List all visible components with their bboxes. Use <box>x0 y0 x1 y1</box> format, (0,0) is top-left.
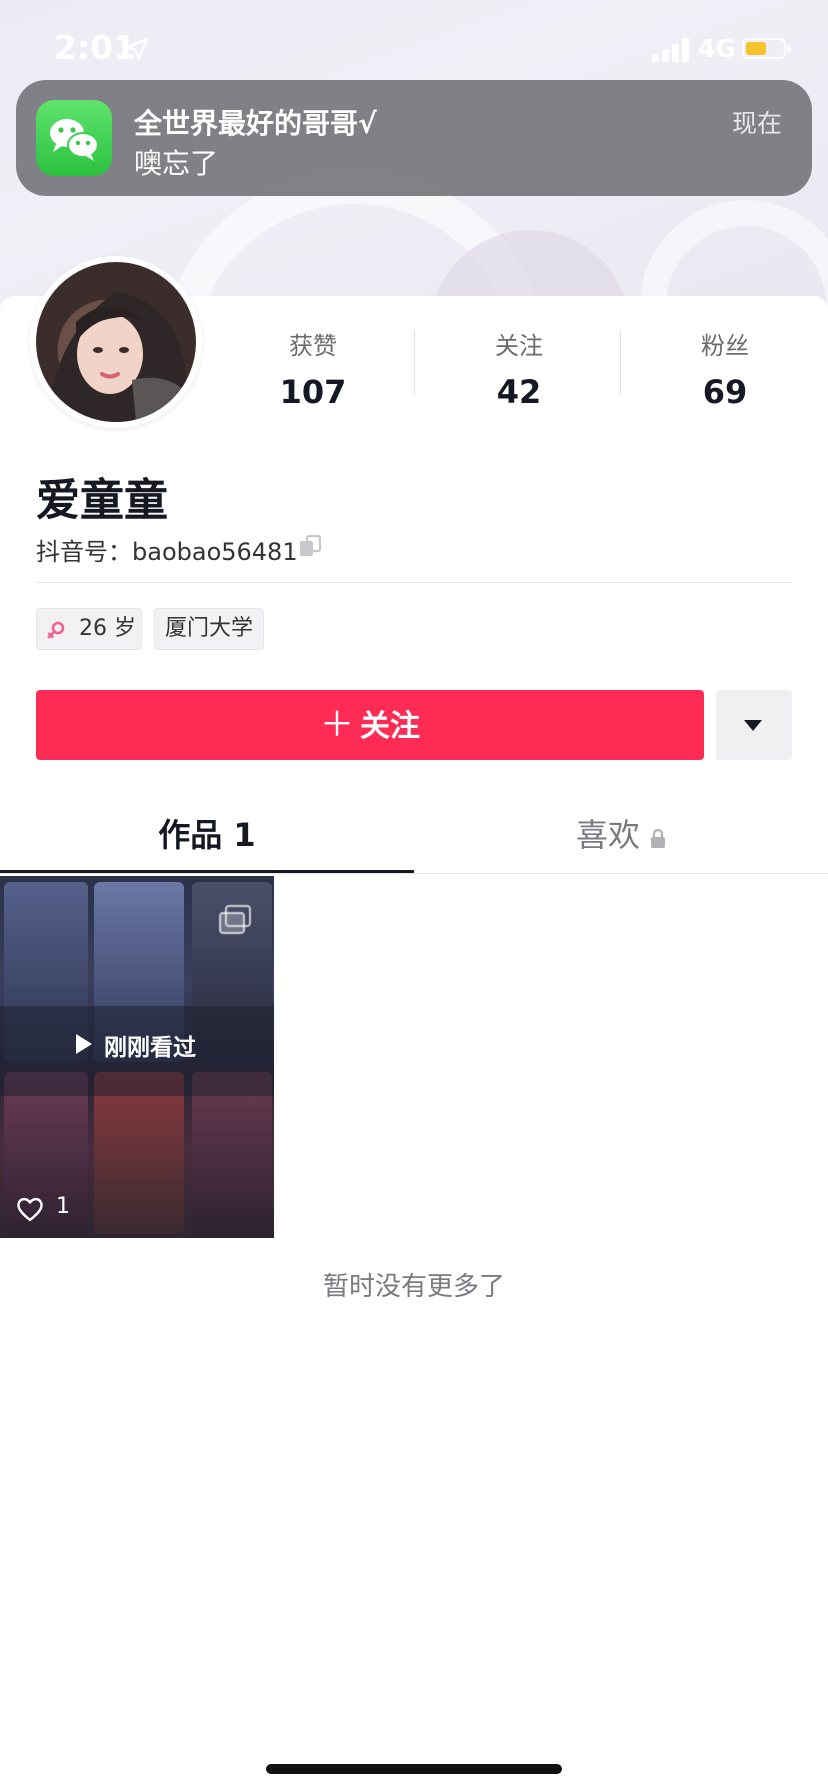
recently-watched-label: 刚刚看过 <box>104 1035 196 1061</box>
stat-following[interactable]: 关注 42 <box>416 326 622 411</box>
stat-value: 69 <box>702 373 748 411</box>
profile-handle: 抖音号：baobao56481 <box>36 538 298 566</box>
tag-age-label: 26 岁 <box>79 616 136 641</box>
network-type: 4G <box>698 34 736 63</box>
copy-icon[interactable] <box>298 534 322 558</box>
lock-icon <box>651 828 665 848</box>
female-icon <box>47 621 65 639</box>
caret-down-icon <box>744 720 762 731</box>
video-like-count: 1 <box>56 1194 70 1219</box>
thumbnail-panel <box>192 1072 272 1234</box>
notification-message: 噢忘了 <box>134 147 219 180</box>
stat-value: 107 <box>279 373 347 411</box>
stat-divider <box>414 330 415 394</box>
cellular-signal-icon <box>652 36 690 62</box>
profile-stats: 获赞 107 关注 42 粉丝 69 <box>210 326 828 411</box>
avatar[interactable] <box>30 256 202 428</box>
tag-gender-age: 26 岁 <box>36 608 142 650</box>
wechat-bubbles-icon <box>50 119 99 161</box>
follow-button-label: 关注 <box>360 709 420 744</box>
tabs-divider <box>0 873 828 874</box>
stat-followers[interactable]: 粉丝 69 <box>622 326 828 411</box>
stat-label: 粉丝 <box>701 332 749 360</box>
more-recommendations-button[interactable] <box>716 690 792 760</box>
stat-label: 获赞 <box>289 332 337 360</box>
notification-time: 现在 <box>731 109 782 138</box>
profile-divider <box>36 582 792 583</box>
follow-button[interactable]: ＋关注 <box>36 690 704 760</box>
tab-likes-label: 喜欢 <box>575 816 640 854</box>
stat-value: 42 <box>496 373 542 411</box>
wechat-icon <box>36 100 112 176</box>
stat-label: 关注 <box>495 332 543 360</box>
heart-icon <box>17 1197 43 1222</box>
thumbnail-panel <box>94 1072 184 1234</box>
battery-level <box>746 42 766 55</box>
notification-banner[interactable]: 全世界最好的哥哥√ 噢忘了 现在 <box>16 80 812 196</box>
tab-likes[interactable]: 喜欢 <box>414 800 828 870</box>
tab-works-label: 作品 1 <box>158 816 256 854</box>
content-tabs: 作品 1 喜欢 <box>0 800 828 876</box>
home-indicator[interactable] <box>266 1764 562 1774</box>
video-thumbnail[interactable]: 刚刚看过 1 <box>0 876 274 1238</box>
plus-icon: ＋ <box>320 705 354 745</box>
battery-icon <box>742 38 791 59</box>
avatar-image <box>36 262 196 422</box>
background-decoration <box>640 200 828 310</box>
location-arrow-icon <box>125 37 149 61</box>
tab-works[interactable]: 作品 1 <box>0 800 414 870</box>
battery-nub <box>787 45 791 53</box>
gallery-icon <box>218 904 252 935</box>
avatar-portrait <box>46 292 186 422</box>
notification-title: 全世界最好的哥哥√ <box>134 107 377 140</box>
stat-divider <box>620 330 621 394</box>
stat-likes[interactable]: 获赞 107 <box>210 326 416 411</box>
play-icon <box>76 1034 92 1054</box>
end-of-list-text: 暂时没有更多了 <box>322 1272 505 1302</box>
tag-school: 厦门大学 <box>154 608 264 650</box>
profile-name: 爱童童 <box>36 475 168 526</box>
